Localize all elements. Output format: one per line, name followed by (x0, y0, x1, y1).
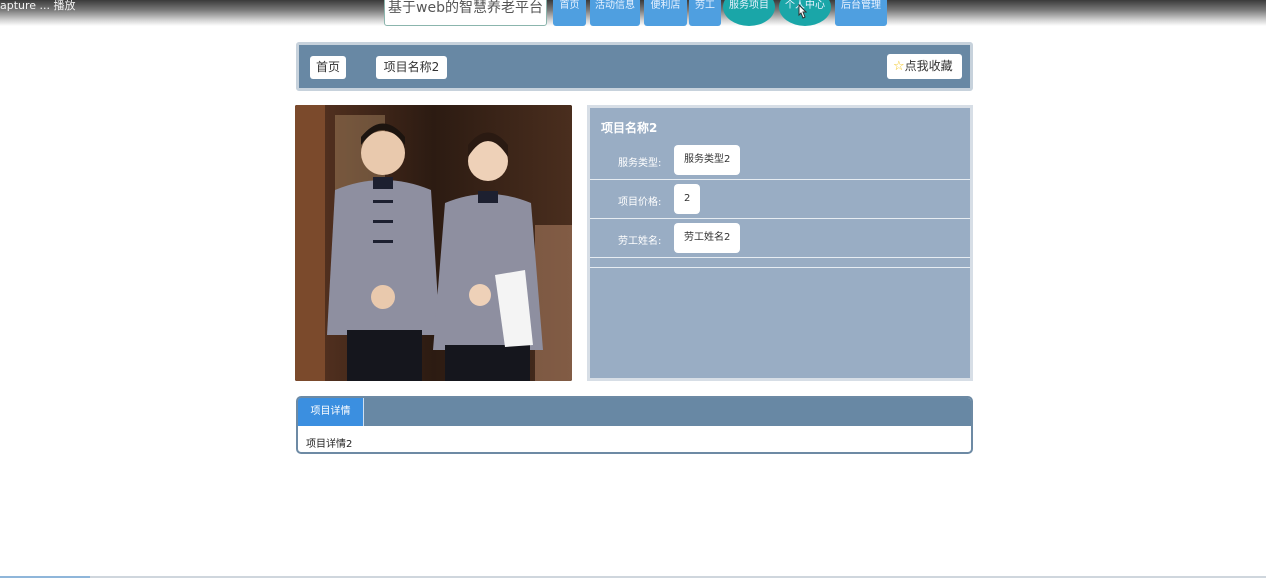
details-tabs: 项目详情 项目详情2 (296, 396, 973, 454)
favorite-button[interactable]: ☆点我收藏 (887, 54, 962, 79)
mouse-cursor-icon (798, 4, 807, 19)
info-row-price: 项目价格: 2 (590, 180, 970, 219)
info-row-worker-name: 劳工姓名: 劳工姓名2 (590, 219, 970, 258)
favorite-label: 点我收藏 (904, 59, 953, 73)
product-title: 项目名称2 (601, 121, 658, 135)
breadcrumb: 首页 项目名称2 ☆点我收藏 (296, 42, 973, 91)
tabs-header (298, 398, 971, 426)
nav-store[interactable]: 便利店 (644, 0, 687, 26)
window-title: apture ... 播放 (0, 0, 76, 12)
price-value: 2 (674, 184, 701, 214)
star-icon: ☆ (893, 59, 905, 74)
site-title[interactable]: 基于web的智慧养老平台 (384, 0, 547, 26)
staff-photo-illustration (295, 105, 572, 381)
nav-workers[interactable]: 劳工 (689, 0, 721, 26)
worker-name-value: 劳工姓名2 (674, 223, 741, 253)
details-content: 项目详情2 (306, 439, 353, 450)
tab-details[interactable]: 项目详情 (298, 398, 364, 426)
info-row-service-type: 服务类型: 服务类型2 (590, 141, 970, 180)
product-info-panel: 项目名称2 服务类型: 服务类型2 项目价格: 2 劳工姓名: 劳工姓名2 (587, 105, 973, 381)
service-type-value: 服务类型2 (674, 145, 741, 175)
worker-name-label: 劳工姓名: (618, 236, 662, 247)
breadcrumb-current[interactable]: 项目名称2 (376, 56, 447, 79)
breadcrumb-home[interactable]: 首页 (310, 56, 346, 79)
info-row-divider (590, 258, 970, 268)
nav-activities[interactable]: 活动信息 (590, 0, 640, 26)
product-image (295, 105, 572, 381)
nav-admin[interactable]: 后台管理 (835, 0, 887, 26)
nav-home[interactable]: 首页 (553, 0, 586, 26)
price-label: 项目价格: (618, 197, 662, 208)
service-type-label: 服务类型: (618, 158, 662, 169)
